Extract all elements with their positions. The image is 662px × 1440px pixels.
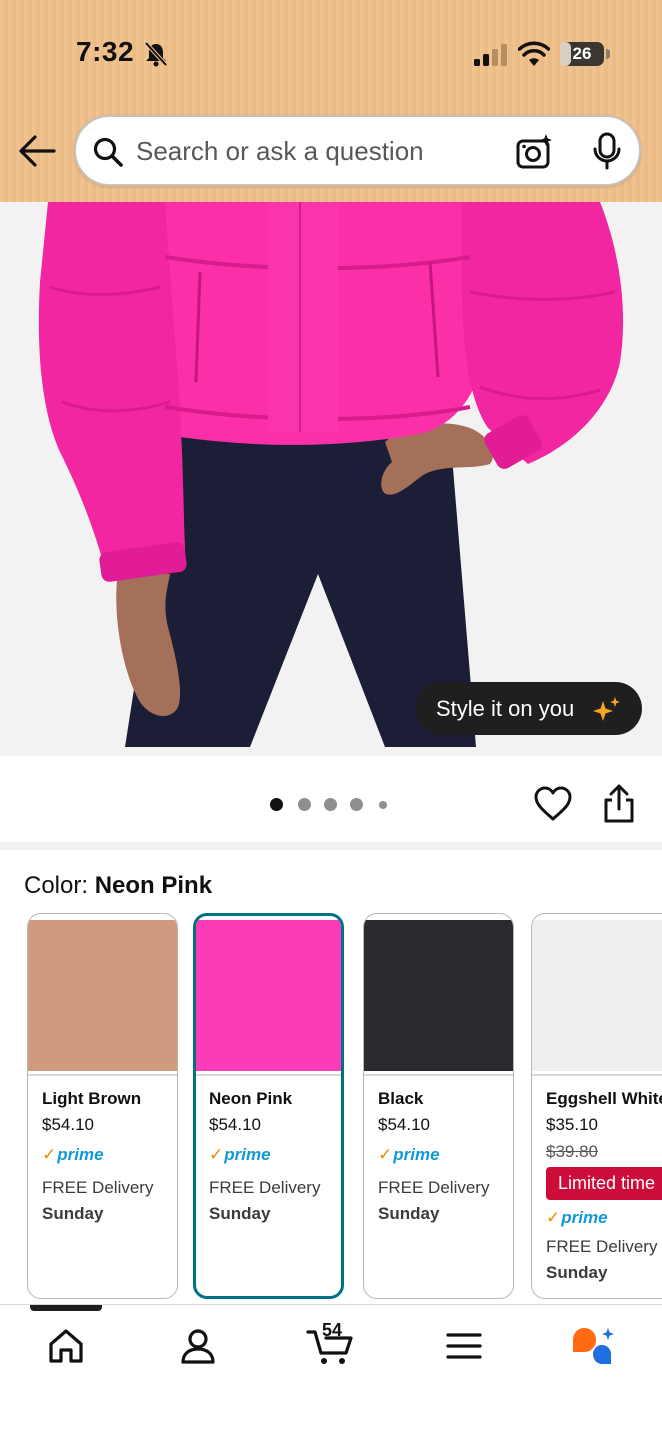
swatch-color (364, 920, 513, 1071)
wifi-icon (518, 41, 550, 66)
delivery-day: Sunday (209, 1204, 271, 1223)
selected-color: Neon Pink (94, 872, 213, 899)
bell-muted-icon (144, 41, 168, 67)
battery-nub (606, 49, 610, 59)
battery-icon: 26 (560, 42, 604, 66)
delivery-day: Sunday (546, 1263, 608, 1282)
microphone-icon[interactable] (592, 132, 622, 170)
swatch-color (196, 920, 341, 1071)
swatch-name: Eggshell White (546, 1089, 662, 1108)
home-icon[interactable] (46, 1326, 86, 1366)
prime-label: prime (57, 1145, 104, 1164)
carousel-dot[interactable] (298, 798, 311, 811)
swatch-color (28, 920, 177, 1071)
app-header: 7:32 26 (0, 0, 662, 202)
swatch-name: Neon Pink (209, 1089, 293, 1108)
rufus-ai-icon[interactable] (570, 1326, 616, 1368)
cart-count: 54 (322, 1320, 343, 1340)
account-icon[interactable] (178, 1326, 218, 1366)
heart-icon[interactable] (534, 786, 572, 822)
carousel-dot[interactable] (270, 798, 283, 811)
prime-badge: ✓prime (209, 1145, 271, 1165)
swatch-price: $54.10 (209, 1115, 261, 1134)
list-price: $39.80 (546, 1142, 598, 1161)
puffer-jacket-photo (0, 202, 662, 756)
back-arrow-icon[interactable] (18, 134, 56, 168)
sparkle-icon (593, 697, 620, 721)
swatch-name: Light Brown (42, 1089, 142, 1108)
prime-label: prime (224, 1145, 271, 1164)
swatch-divider (364, 1074, 513, 1076)
prime-badge: ✓prime (546, 1208, 608, 1228)
active-tab-indicator (30, 1305, 102, 1311)
color-option-black[interactable]: Black $54.10 ✓prime FREE Delivery Sunday (363, 913, 514, 1299)
prime-check-icon: ✓ (209, 1145, 224, 1164)
search-icon (93, 137, 123, 167)
carousel-dot[interactable] (324, 798, 337, 811)
search-input[interactable] (136, 131, 496, 171)
swatch-price: $54.10 (378, 1115, 430, 1134)
prime-check-icon: ✓ (546, 1208, 561, 1227)
prime-badge: ✓prime (42, 1145, 104, 1165)
color-heading: Color: Neon Pink (24, 872, 212, 900)
swatch-divider (196, 1074, 341, 1076)
cellular-signal-icon (474, 44, 507, 66)
swatch-price: $35.10 (546, 1115, 598, 1134)
camera-lens-icon[interactable] (516, 133, 554, 169)
product-image[interactable] (0, 202, 662, 756)
delivery-day: Sunday (378, 1204, 440, 1223)
menu-icon[interactable] (444, 1326, 484, 1366)
carousel-dot[interactable] (350, 798, 363, 811)
swatch-color (532, 920, 662, 1071)
delivery-text: FREE Delivery (378, 1178, 490, 1197)
color-option-light-brown[interactable]: Light Brown $54.10 ✓prime FREE Delivery … (27, 913, 178, 1299)
carousel-dot[interactable] (379, 801, 387, 809)
style-it-on-you-button[interactable]: Style it on you (416, 682, 642, 735)
delivery-text: FREE Delivery (546, 1237, 658, 1256)
prime-label: prime (561, 1208, 608, 1227)
style-it-on-you-label: Style it on you (436, 696, 575, 721)
prime-check-icon: ✓ (378, 1145, 393, 1164)
status-time: 7:32 (76, 36, 135, 67)
swatch-price: $54.10 (42, 1115, 94, 1134)
prime-label: prime (393, 1145, 440, 1164)
swatch-name: Black (378, 1089, 424, 1108)
delivery-text: FREE Delivery (209, 1178, 321, 1197)
section-divider (0, 842, 662, 850)
share-icon[interactable] (602, 784, 636, 824)
swatch-divider (28, 1074, 177, 1076)
swatch-divider (532, 1074, 662, 1076)
color-option-eggshell-white[interactable]: Eggshell White $35.10 $39.80 Limited tim… (531, 913, 662, 1299)
limited-time-deal-badge: Limited time (546, 1167, 662, 1200)
delivery-text: FREE Delivery (42, 1178, 154, 1197)
delivery-day: Sunday (42, 1204, 104, 1223)
battery-percent: 26 (572, 44, 592, 63)
prime-badge: ✓prime (378, 1145, 440, 1165)
prime-check-icon: ✓ (42, 1145, 57, 1164)
color-label: Color: (24, 872, 95, 899)
search-bar[interactable] (74, 115, 641, 186)
color-option-neon-pink[interactable]: Neon Pink $54.10 ✓prime FREE Delivery Su… (193, 913, 344, 1299)
